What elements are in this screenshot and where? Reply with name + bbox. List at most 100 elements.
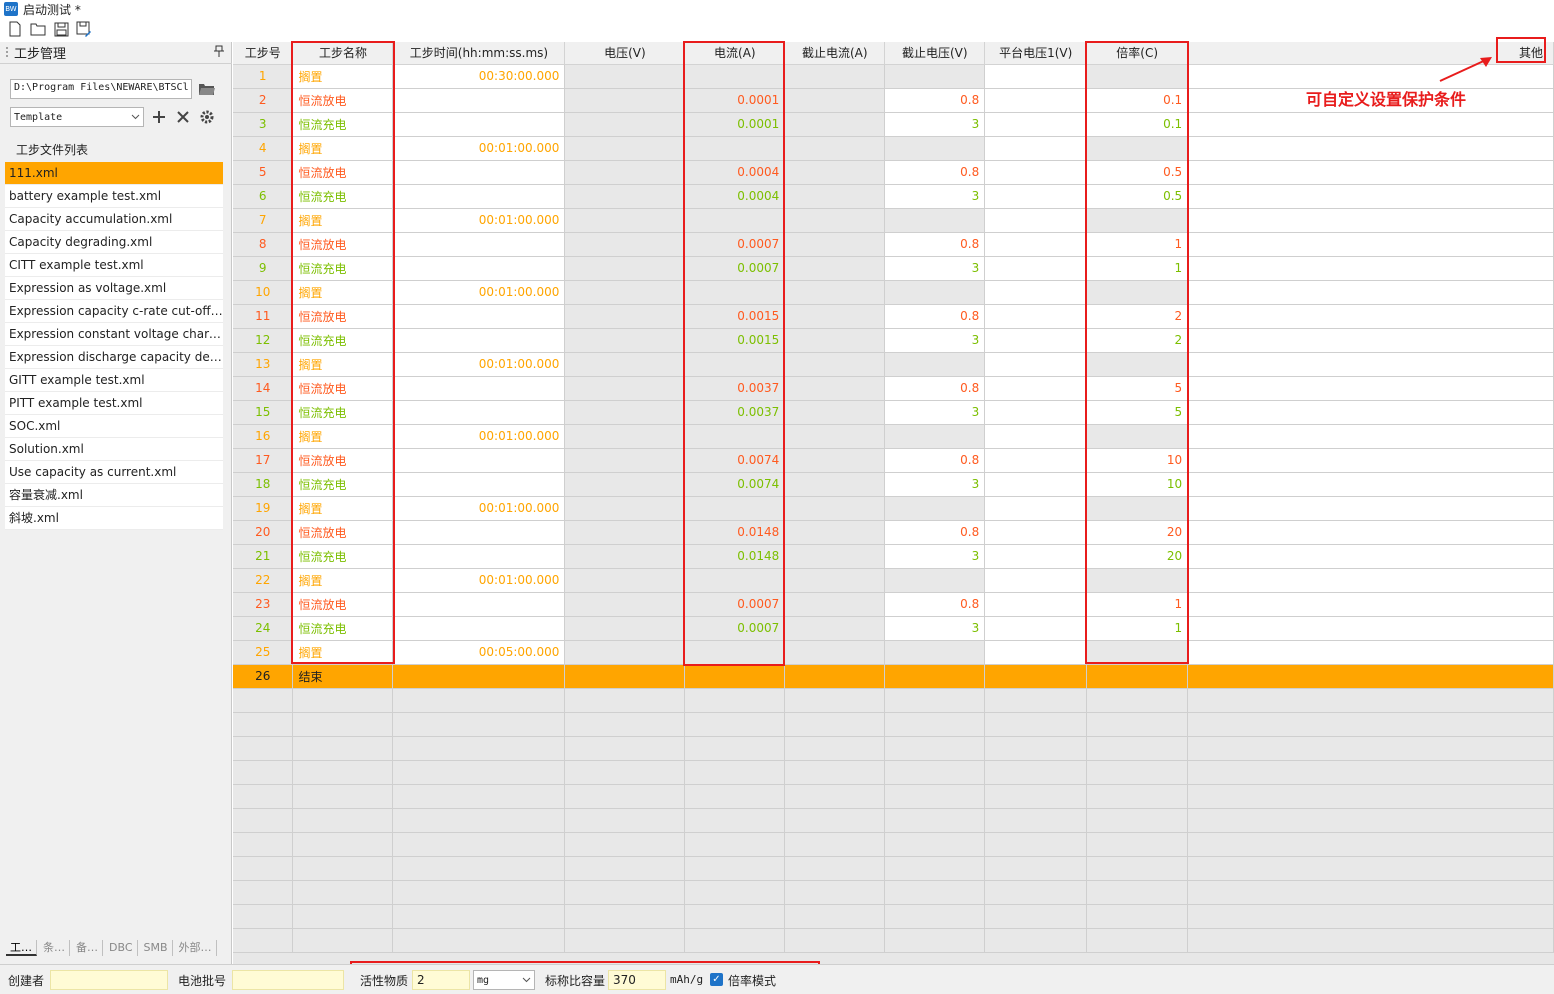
cell-step-no[interactable]: 12 — [233, 328, 294, 353]
cell-plateau-voltage[interactable] — [984, 112, 1088, 137]
cell-rate[interactable]: 1 — [1086, 592, 1189, 617]
cell-step-name[interactable]: 恒流放电 — [292, 448, 394, 473]
cell-step-time[interactable]: 00:05:00.000 — [392, 640, 566, 665]
cell-step-time[interactable]: 00:01:00.000 — [392, 352, 566, 377]
cell-voltage[interactable] — [564, 664, 686, 689]
cell-step-name[interactable]: 恒流充电 — [292, 184, 394, 209]
file-item[interactable]: Expression constant voltage charg... — [5, 323, 223, 346]
cell-rate[interactable]: 5 — [1086, 400, 1189, 425]
cell-current[interactable]: 0.0001 — [684, 88, 786, 113]
cell-plateau-voltage[interactable] — [984, 232, 1088, 257]
table-row[interactable]: 16 搁置 00:01:00.000 — [233, 424, 1554, 449]
cell-current[interactable]: 0.0074 — [684, 448, 786, 473]
cell-rate[interactable] — [1086, 568, 1189, 593]
cell-step-time[interactable] — [392, 400, 566, 425]
cell-cutoff-current[interactable] — [784, 424, 886, 449]
cell-cutoff-current[interactable] — [784, 592, 886, 617]
cell-step-time[interactable]: 00:01:00.000 — [392, 568, 566, 593]
cell-rate[interactable] — [1086, 208, 1189, 233]
cell-step-name[interactable]: 恒流放电 — [292, 592, 394, 617]
rate-mode-checkbox[interactable]: ✓ — [710, 973, 723, 986]
cell-cutoff-current[interactable] — [784, 520, 886, 545]
cell-step-name[interactable]: 恒流放电 — [292, 376, 394, 401]
cell-cutoff-voltage[interactable]: 0.8 — [884, 592, 986, 617]
col-header-step-time[interactable]: 工步时间(hh:mm:ss.ms) — [392, 42, 566, 65]
active-unit-select[interactable]: mg — [473, 970, 535, 990]
cell-rate[interactable]: 0.1 — [1086, 88, 1189, 113]
cell-other[interactable] — [1187, 664, 1554, 689]
cell-current[interactable]: 0.0001 — [684, 112, 786, 137]
cell-step-name[interactable]: 恒流放电 — [292, 232, 394, 257]
cell-voltage[interactable] — [564, 280, 686, 305]
cell-cutoff-current[interactable] — [784, 664, 886, 689]
cell-step-time[interactable] — [392, 448, 566, 473]
cell-step-time[interactable] — [392, 616, 566, 641]
cell-rate[interactable]: 2 — [1086, 304, 1189, 329]
cell-step-no[interactable]: 7 — [233, 208, 294, 233]
cell-step-name[interactable]: 恒流放电 — [292, 304, 394, 329]
cell-cutoff-current[interactable] — [784, 160, 886, 185]
col-header-cutoff-voltage[interactable]: 截止电压(V) — [884, 42, 986, 65]
cell-step-no[interactable]: 8 — [233, 232, 294, 257]
cell-plateau-voltage[interactable] — [984, 664, 1088, 689]
col-header-other[interactable]: 其他 — [1187, 42, 1554, 65]
file-item[interactable]: Capacity degrading.xml — [5, 231, 223, 254]
cell-plateau-voltage[interactable] — [984, 592, 1088, 617]
cell-rate[interactable]: 1 — [1086, 256, 1189, 281]
cell-other[interactable] — [1187, 616, 1554, 641]
cell-step-time[interactable] — [392, 112, 566, 137]
cell-step-name[interactable]: 恒流充电 — [292, 472, 394, 497]
cell-rate[interactable]: 0.5 — [1086, 184, 1189, 209]
batch-field[interactable] — [232, 970, 344, 990]
cell-cutoff-current[interactable] — [784, 112, 886, 137]
cell-step-time[interactable] — [392, 544, 566, 569]
cell-step-name[interactable]: 恒流充电 — [292, 112, 394, 137]
cell-plateau-voltage[interactable] — [984, 424, 1088, 449]
cell-rate[interactable]: 5 — [1086, 376, 1189, 401]
cell-step-time[interactable]: 00:01:00.000 — [392, 280, 566, 305]
cell-other[interactable] — [1187, 184, 1554, 209]
cell-plateau-voltage[interactable] — [984, 280, 1088, 305]
cell-voltage[interactable] — [564, 592, 686, 617]
table-row[interactable]: 15 恒流充电 0.0037 3 5 — [233, 400, 1554, 425]
template-select[interactable]: Template — [10, 107, 144, 127]
cell-cutoff-current[interactable] — [784, 616, 886, 641]
capacity-field[interactable]: 370 — [608, 970, 666, 990]
cell-step-name[interactable]: 搁置 — [292, 640, 394, 665]
cell-current[interactable] — [684, 424, 786, 449]
cell-voltage[interactable] — [564, 88, 686, 113]
cell-current[interactable]: 0.0004 — [684, 160, 786, 185]
cell-step-no[interactable]: 20 — [233, 520, 294, 545]
table-row[interactable]: 23 恒流放电 0.0007 0.8 1 — [233, 592, 1554, 617]
cell-voltage[interactable] — [564, 520, 686, 545]
tab-smb[interactable]: SMB — [140, 940, 173, 956]
cell-current[interactable] — [684, 280, 786, 305]
close-icon[interactable] — [174, 108, 192, 126]
cell-voltage[interactable] — [564, 208, 686, 233]
cell-cutoff-voltage[interactable] — [884, 568, 986, 593]
table-row[interactable]: 8 恒流放电 0.0007 0.8 1 — [233, 232, 1554, 257]
cell-step-time[interactable] — [392, 232, 566, 257]
cell-plateau-voltage[interactable] — [984, 88, 1088, 113]
cell-voltage[interactable] — [564, 160, 686, 185]
table-row[interactable]: 25 搁置 00:05:00.000 — [233, 640, 1554, 665]
col-header-rate[interactable]: 倍率(C) — [1086, 42, 1189, 65]
cell-cutoff-voltage[interactable] — [884, 352, 986, 377]
cell-other[interactable] — [1187, 400, 1554, 425]
cell-plateau-voltage[interactable] — [984, 544, 1088, 569]
cell-voltage[interactable] — [564, 352, 686, 377]
cell-plateau-voltage[interactable] — [984, 64, 1088, 89]
tab-dbc[interactable]: DBC — [105, 940, 138, 956]
col-header-step-no[interactable]: 工步号 — [233, 42, 294, 65]
col-header-current[interactable]: 电流(A) — [684, 42, 786, 65]
cell-step-no[interactable]: 16 — [233, 424, 294, 449]
cell-current[interactable]: 0.0007 — [684, 616, 786, 641]
cell-rate[interactable]: 1 — [1086, 232, 1189, 257]
table-row[interactable]: 21 恒流充电 0.0148 3 20 — [233, 544, 1554, 569]
col-header-plateau-voltage[interactable]: 平台电压1(V) — [984, 42, 1088, 65]
cell-rate[interactable]: 0.1 — [1086, 112, 1189, 137]
cell-cutoff-voltage[interactable]: 3 — [884, 256, 986, 281]
cell-step-no[interactable]: 18 — [233, 472, 294, 497]
cell-cutoff-voltage[interactable] — [884, 664, 986, 689]
cell-cutoff-current[interactable] — [784, 328, 886, 353]
